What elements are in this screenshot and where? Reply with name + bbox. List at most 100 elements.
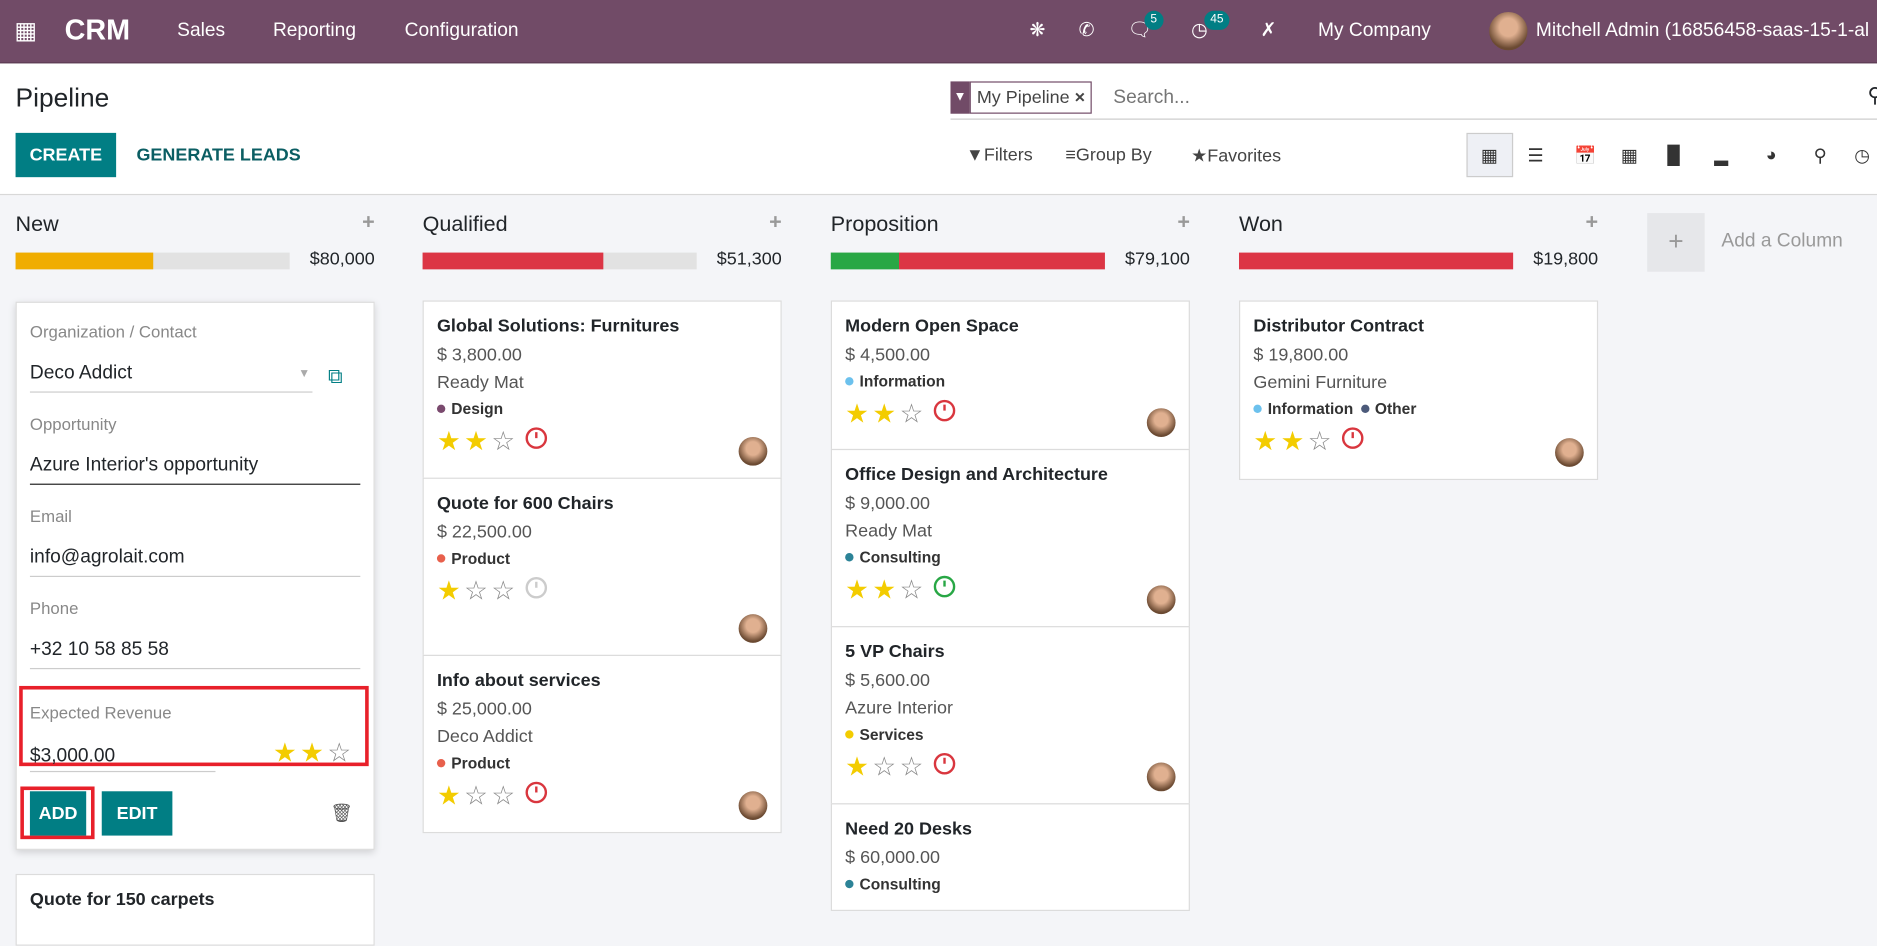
add-button[interactable]: ADD: [29, 791, 87, 836]
star-icon[interactable]: ★: [845, 399, 872, 429]
star-empty-icon[interactable]: ☆: [872, 752, 899, 782]
star-empty-icon[interactable]: ☆: [464, 781, 491, 811]
trash-icon[interactable]: 🗑: [330, 802, 353, 823]
list-view-icon[interactable]: ☰: [1527, 145, 1543, 166]
create-button[interactable]: CREATE: [15, 132, 117, 178]
activities-icon[interactable]: ◷: [1191, 0, 1208, 62]
dropdown-icon[interactable]: ▼: [298, 368, 310, 381]
revenue-field[interactable]: $3,000.00: [29, 746, 216, 773]
priority-widget[interactable]: ★☆☆: [845, 752, 1175, 782]
calendar-view-icon[interactable]: 📅: [1574, 145, 1596, 166]
kanban-card[interactable]: Need 20 Desks $ 60,000.00 Consulting: [830, 803, 1190, 911]
priority-widget[interactable]: ★☆☆: [437, 781, 767, 811]
filters-button[interactable]: ▼Filters: [966, 145, 1033, 165]
salesperson-avatar: [738, 791, 768, 821]
kanban-card[interactable]: Global Solutions: Furnitures $ 3,800.00 Re…: [422, 300, 782, 479]
generate-leads-button[interactable]: GENERATE LEADS: [136, 145, 300, 165]
phone-field[interactable]: +32 10 58 85 58: [29, 639, 361, 670]
messages-icon[interactable]: 🗨: [1128, 0, 1152, 62]
star-icon[interactable]: ★: [845, 752, 872, 782]
tag: Design: [436, 400, 503, 418]
add-column-plus-icon[interactable]: +: [1647, 213, 1705, 272]
tag: Consulting: [845, 875, 941, 893]
facet-remove-icon[interactable]: ×: [1075, 87, 1085, 107]
quick-create-plus-icon[interactable]: +: [1586, 209, 1599, 234]
star-icon[interactable]: ★: [1281, 426, 1308, 456]
star-empty-icon[interactable]: ☆: [1308, 426, 1335, 456]
kanban-card[interactable]: Quote for 600 Chairs $ 22,500.00 Product ★☆…: [422, 477, 782, 657]
priority-widget[interactable]: ★★☆: [273, 738, 355, 768]
star-icon[interactable]: ★: [1253, 426, 1280, 456]
priority-widget[interactable]: ★★☆: [1253, 427, 1583, 456]
activity-view-icon[interactable]: ◷: [1854, 145, 1870, 166]
email-field[interactable]: info@agrolait.com: [29, 547, 361, 578]
apps-menu-icon[interactable]: ▦: [14, 0, 37, 62]
phone-icon[interactable]: ✆: [1079, 0, 1095, 62]
card-amount: $ 5,600.00: [845, 670, 931, 691]
tools-icon[interactable]: ✗: [1261, 0, 1277, 62]
activity-clock-icon[interactable]: [933, 575, 956, 598]
user-avatar[interactable]: [1489, 11, 1528, 51]
group-by-button[interactable]: ≡Group By: [1065, 145, 1151, 165]
priority-widget[interactable]: ★★☆: [845, 575, 1175, 605]
kanban-card[interactable]: Info about services $ 25,000.00 Deco Addic…: [422, 654, 782, 834]
cohort-view-icon[interactable]: ▂: [1714, 145, 1728, 166]
app-name[interactable]: CRM: [65, 0, 130, 62]
star-empty-icon[interactable]: ☆: [491, 576, 518, 606]
star-icon[interactable]: ★: [464, 426, 491, 456]
search-input[interactable]: [1110, 81, 1834, 114]
kanban-view-icon[interactable]: ▦: [1481, 145, 1498, 166]
column-progress-bar[interactable]: [1238, 252, 1514, 270]
search-icon[interactable]: ⚲: [1867, 84, 1877, 108]
quick-create-plus-icon[interactable]: +: [362, 209, 375, 234]
column-progress-bar[interactable]: [422, 252, 697, 270]
add-column[interactable]: + Add a Column: [1647, 213, 1877, 273]
favorites-button[interactable]: ★Favorites: [1191, 145, 1281, 166]
star-icon[interactable]: ★: [437, 576, 464, 606]
pivot-view-icon[interactable]: ▦: [1621, 145, 1638, 166]
activity-clock-icon[interactable]: [525, 781, 548, 804]
star-empty-icon[interactable]: ☆: [900, 575, 927, 605]
kanban-card[interactable]: Office Design and Architecture $ 9,000.00…: [830, 448, 1190, 628]
column-progress-bar[interactable]: [15, 252, 290, 270]
star-empty-icon[interactable]: ☆: [900, 399, 927, 429]
company-switcher[interactable]: My Company: [1318, 0, 1431, 62]
external-link-icon[interactable]: ⧉: [328, 365, 343, 389]
priority-widget[interactable]: ★★☆: [437, 427, 767, 456]
edit-button[interactable]: EDIT: [101, 791, 173, 836]
star-icon[interactable]: ★: [872, 575, 899, 605]
kanban-card[interactable]: Distributor Contract $ 19,800.00 Gemini Fu…: [1238, 300, 1599, 481]
column-progress-bar[interactable]: [830, 252, 1105, 270]
quick-create-plus-icon[interactable]: +: [1177, 209, 1190, 234]
quick-create-plus-icon[interactable]: +: [769, 209, 782, 234]
dashboard-view-icon[interactable]: ◕: [1766, 145, 1777, 165]
star-icon[interactable]: ★: [845, 575, 872, 605]
activity-clock-icon[interactable]: [525, 577, 548, 599]
star-empty-icon[interactable]: ☆: [464, 576, 491, 606]
activity-clock-icon[interactable]: [525, 427, 548, 449]
activity-clock-icon[interactable]: [933, 399, 956, 422]
star-empty-icon[interactable]: ☆: [491, 426, 518, 456]
kanban-card[interactable]: 5 VP Chairs $ 5,600.00 Azure Interior Servi…: [830, 626, 1190, 805]
org-field[interactable]: Deco Addict ▼: [29, 363, 313, 393]
kanban-card[interactable]: Quote for 150 carpets: [15, 873, 375, 946]
priority-widget[interactable]: ★☆☆: [437, 576, 767, 606]
graph-view-icon[interactable]: ▉: [1668, 145, 1682, 166]
star-icon[interactable]: ★: [872, 399, 899, 429]
kanban-card[interactable]: Modern Open Space $ 4,500.00 Information ★★…: [830, 300, 1190, 451]
menu-configuration[interactable]: Configuration: [405, 0, 519, 62]
menu-reporting[interactable]: Reporting: [273, 0, 356, 62]
star-icon[interactable]: ★: [437, 426, 464, 456]
star-empty-icon[interactable]: ☆: [900, 752, 927, 782]
star-icon[interactable]: ★: [437, 781, 464, 811]
activity-clock-icon[interactable]: [1342, 427, 1364, 449]
user-menu[interactable]: Mitchell Admin (16856458-saas-15-1-al: [1536, 0, 1869, 62]
star-empty-icon[interactable]: ☆: [491, 781, 518, 811]
view-switcher: ▦ ☰ 📅 ▦ ▉ ▂ ◕ ⚲ ◷: [1466, 132, 1877, 178]
activity-clock-icon[interactable]: [933, 752, 956, 775]
debug-icon[interactable]: ❋: [1030, 0, 1046, 62]
menu-sales[interactable]: Sales: [177, 0, 225, 62]
priority-widget[interactable]: ★★☆: [845, 399, 1175, 429]
map-view-icon[interactable]: ⚲: [1814, 145, 1827, 166]
opportunity-field[interactable]: Azure Interior's opportunity: [29, 455, 361, 485]
